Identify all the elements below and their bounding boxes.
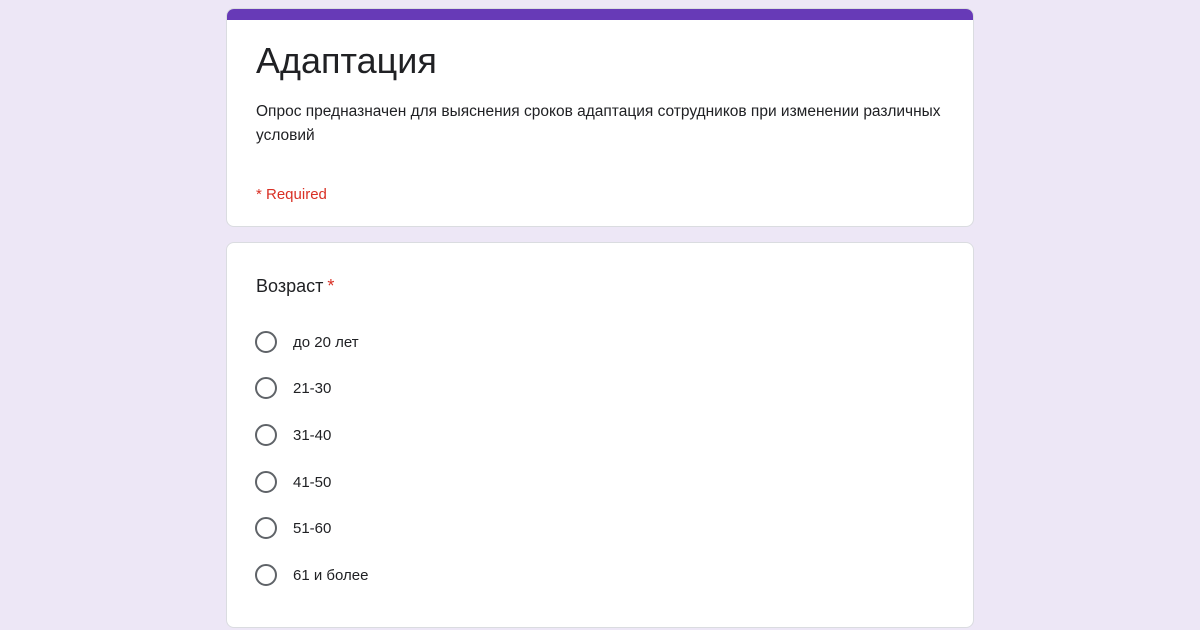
radio-option-21-30[interactable]: 21-30 bbox=[255, 375, 331, 401]
radio-option-label: 31-40 bbox=[293, 426, 332, 444]
required-note: * Required bbox=[256, 186, 327, 203]
question-title-text: Возраст bbox=[256, 276, 324, 296]
accent-bar bbox=[227, 9, 973, 20]
form-title: Адаптация bbox=[256, 40, 437, 81]
radio-option-label: до 20 лет bbox=[293, 333, 359, 351]
radio-option-label: 61 и более bbox=[293, 566, 369, 584]
radio-option-label: 21-30 bbox=[293, 379, 332, 397]
radio-button-icon[interactable] bbox=[255, 517, 277, 539]
radio-option-51-60[interactable]: 51-60 bbox=[255, 515, 331, 541]
form-header-card: Адаптация Опрос предназначен для выяснен… bbox=[226, 8, 974, 227]
required-star: * bbox=[327, 276, 335, 296]
radio-option-31-40[interactable]: 31-40 bbox=[255, 422, 331, 448]
radio-button-icon[interactable] bbox=[255, 377, 277, 399]
radio-button-icon[interactable] bbox=[255, 471, 277, 493]
radio-option-label: 41-50 bbox=[293, 473, 332, 491]
question-title: Возраст * bbox=[256, 274, 334, 298]
radio-option-41-50[interactable]: 41-50 bbox=[255, 469, 331, 495]
radio-button-icon[interactable] bbox=[255, 424, 277, 446]
question-card-age: Возраст * до 20 лет 21-30 31-40 41-50 51-… bbox=[226, 242, 974, 628]
radio-option-under-20[interactable]: до 20 лет bbox=[255, 329, 359, 355]
radio-option-label: 51-60 bbox=[293, 519, 332, 537]
radio-button-icon[interactable] bbox=[255, 564, 277, 586]
radio-option-61-plus[interactable]: 61 и более bbox=[255, 562, 368, 588]
form-description: Опрос предназначен для выяснения сроков … bbox=[256, 103, 941, 144]
radio-button-icon[interactable] bbox=[255, 331, 277, 353]
